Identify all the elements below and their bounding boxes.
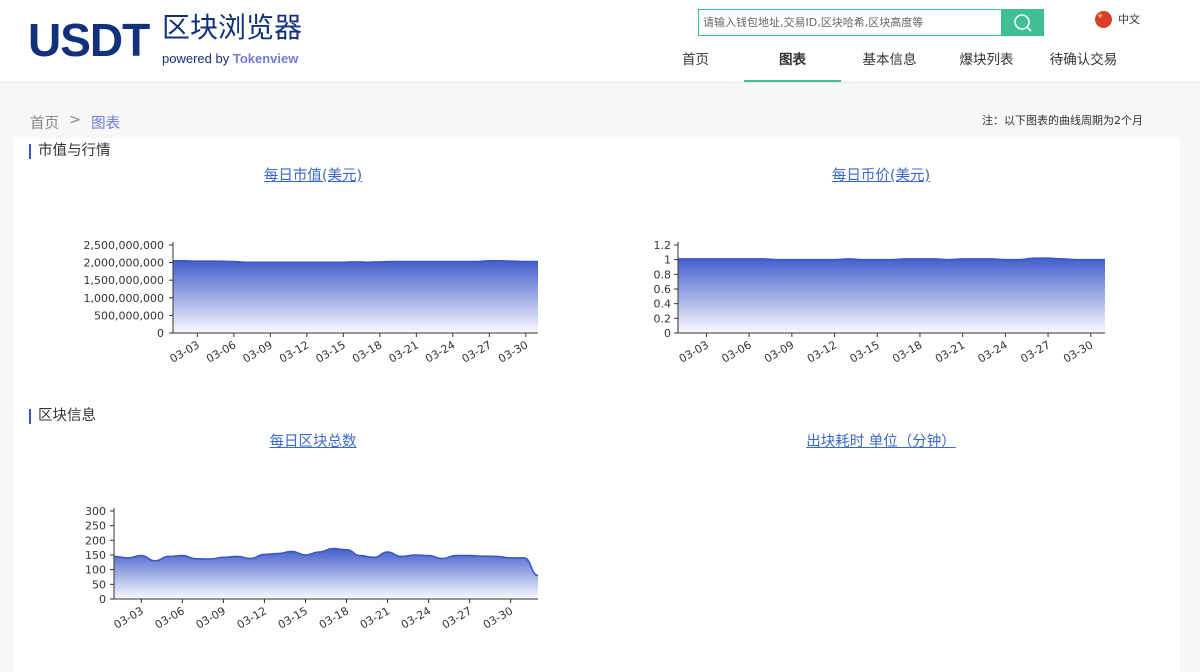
x-tick-label: 03-12 (235, 604, 269, 631)
x-tick-label: 03-09 (194, 604, 228, 631)
x-tick-label: 03-24 (399, 604, 433, 631)
x-tick-label: 03-18 (317, 604, 351, 631)
y-tick-label: 300 (85, 505, 106, 518)
x-tick-label: 03-03 (112, 604, 146, 631)
y-tick-label: 50 (92, 578, 106, 591)
y-tick-label: 0 (99, 593, 106, 606)
block-count-chart: 0 50100 150 200250 300 03-03 03-06 03-09 03-12 03… (85, 505, 539, 632)
x-tick-label: 03-15 (276, 604, 310, 631)
x-tick-label: 03-21 (358, 604, 392, 631)
y-tick-label: 100 (85, 564, 106, 577)
y-tick-label: 200 (85, 534, 106, 547)
y-tick-label: 250 (85, 520, 106, 533)
x-tick-label: 03-06 (153, 604, 187, 631)
x-tick-label: 03-27 (440, 604, 474, 631)
y-tick-label: 150 (85, 549, 106, 562)
x-tick-label: 03-30 (481, 604, 515, 631)
